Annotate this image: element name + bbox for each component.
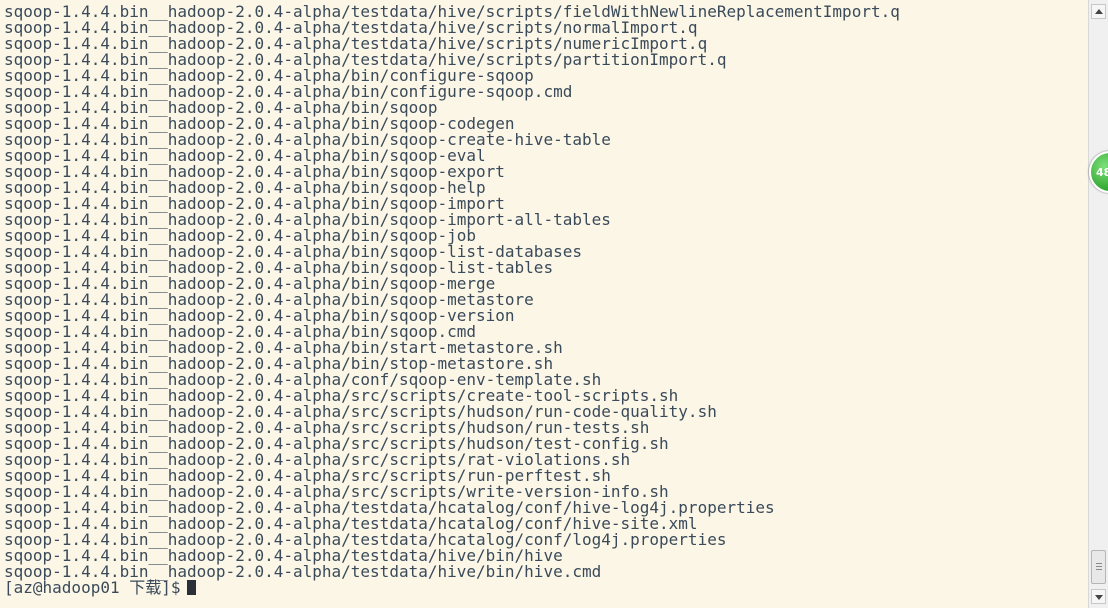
grip-line <box>1096 563 1102 564</box>
terminal-output[interactable]: sqoop-1.4.4.bin__hadoop-2.0.4-alpha/test… <box>4 4 1084 604</box>
grip-line <box>1096 566 1102 567</box>
scroll-up-arrow-icon[interactable] <box>1091 4 1106 19</box>
floating-ball-text: 48 <box>1096 166 1108 179</box>
terminal-window[interactable]: sqoop-1.4.4.bin__hadoop-2.0.4-alpha/test… <box>0 0 1108 608</box>
command-prompt-line[interactable]: [az@hadoop01 下载]$ <box>4 580 1084 596</box>
scroll-down-arrow-icon[interactable] <box>1091 589 1106 604</box>
scrollbar-thumb[interactable] <box>1091 550 1106 584</box>
grip-line <box>1096 569 1102 570</box>
text-cursor <box>186 580 196 595</box>
vertical-scrollbar[interactable] <box>1088 0 1108 608</box>
command-prompt: [az@hadoop01 下载]$ <box>4 578 181 597</box>
